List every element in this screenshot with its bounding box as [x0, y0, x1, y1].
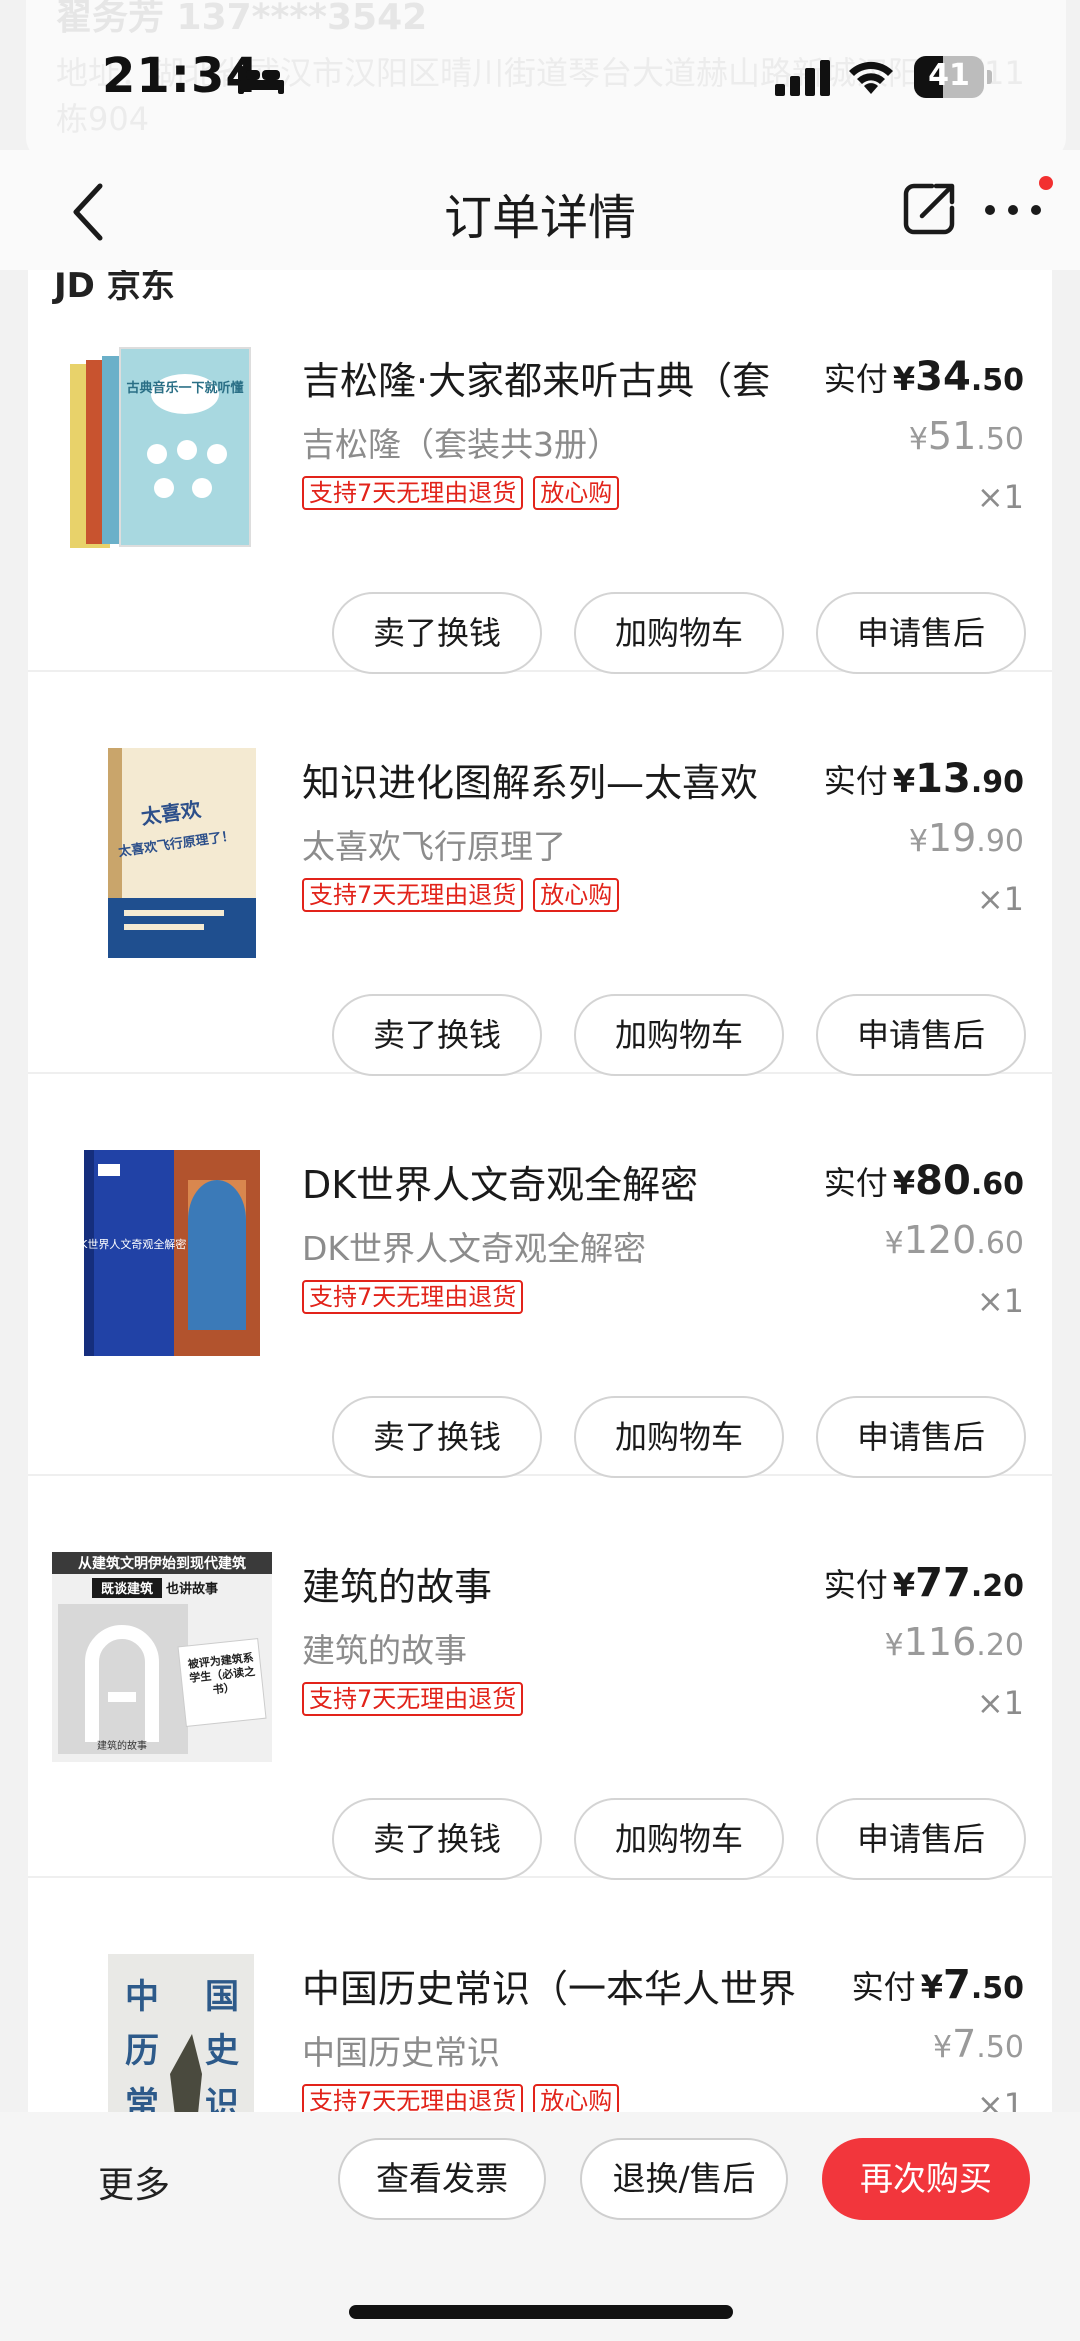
- product-cover-image[interactable]: DK世界人文奇观全解密: [52, 1150, 278, 1360]
- original-price: ¥120.60: [884, 1218, 1024, 1262]
- product-title[interactable]: 中国历史常识（一本华人世界: [302, 1958, 832, 2013]
- cover-quote: 被评为建筑系学生（必读之书）: [187, 1651, 256, 1697]
- order-items-card: JD 京东 古典音乐一下就听懂 吉松隆·大家都来听古典（套 吉松隆（套装共3册）…: [28, 270, 1052, 2120]
- paid-price: 实付 ¥13.90: [823, 756, 1024, 802]
- paid-price: 实付 ¥77.20: [823, 1560, 1024, 1606]
- cover-title: DK世界人文奇观全解密: [72, 1237, 187, 1251]
- product-title[interactable]: 吉松隆·大家都来听古典（套: [302, 350, 832, 405]
- return-after-sale-button[interactable]: 退换/售后: [580, 2138, 788, 2220]
- order-item[interactable]: 中 国 历 史 常 识 中国历史常识（一本华人世界 中国历史常识 支持7天无理由…: [28, 1878, 1052, 2120]
- product-spec: 太喜欢飞行原理了: [302, 827, 566, 866]
- tag-7day-return: 支持7天无理由退货: [302, 878, 524, 912]
- cover-book-title: 建筑的故事: [97, 1739, 147, 1752]
- order-item[interactable]: DK世界人文奇观全解密 DK世界人文奇观全解密 DK世界人文奇观全解密 支持7天…: [28, 1074, 1052, 1478]
- service-tags: 支持7天无理由退货: [302, 1682, 524, 1716]
- cover-banner-highlight: 既谈建筑: [101, 1581, 153, 1597]
- order-item[interactable]: 古典音乐一下就听懂 吉松隆·大家都来听古典（套 吉松隆（套装共3册） 支持7天无…: [28, 270, 1052, 674]
- service-tags: 支持7天无理由退货: [302, 1280, 524, 1314]
- product-spec: 中国历史常识: [302, 2033, 500, 2072]
- add-to-cart-button[interactable]: 加购物车: [574, 592, 784, 674]
- product-title[interactable]: 知识进化图解系列—太喜欢: [302, 752, 832, 807]
- after-sale-button[interactable]: 申请售后: [816, 1396, 1026, 1478]
- quantity: ×1: [976, 1282, 1024, 1320]
- after-sale-button[interactable]: 申请售后: [816, 994, 1026, 1076]
- original-price: ¥7.50: [933, 2022, 1024, 2066]
- service-tags: 支持7天无理由退货 放心购: [302, 476, 620, 510]
- cellular-signal-icon: [775, 60, 830, 96]
- order-item[interactable]: 太喜欢 太喜欢飞行原理了！ 知识进化图解系列—太喜欢 太喜欢飞行原理了 支持7天…: [28, 672, 1052, 1076]
- battery-percent: 41: [928, 58, 970, 93]
- cover-banner: 从建筑文明伊始到现代建筑: [78, 1555, 246, 1572]
- original-price: ¥19.90: [908, 816, 1024, 860]
- add-to-cart-button[interactable]: 加购物车: [574, 1798, 784, 1880]
- cover-char: 史: [205, 2031, 239, 2071]
- product-cover-image[interactable]: 太喜欢 太喜欢飞行原理了！: [52, 748, 278, 958]
- tag-assured: 放心购: [533, 476, 620, 510]
- battery-icon: 41: [914, 56, 992, 98]
- add-to-cart-button[interactable]: 加购物车: [574, 1396, 784, 1478]
- notification-dot: [1039, 176, 1053, 190]
- paid-price: 实付 ¥7.50: [851, 1962, 1024, 2008]
- product-cover-image[interactable]: 从建筑文明伊始到现代建筑 既谈建筑 也讲故事 建筑的故事 被评为建筑系学生（必读…: [52, 1552, 278, 1762]
- more-button[interactable]: 更多: [98, 2156, 170, 2208]
- sell-button[interactable]: 卖了换钱: [332, 1396, 542, 1478]
- quantity: ×1: [976, 1684, 1024, 1722]
- sell-button[interactable]: 卖了换钱: [332, 994, 542, 1076]
- tag-7day-return: 支持7天无理由退货: [302, 1280, 524, 1314]
- after-sale-button[interactable]: 申请售后: [816, 592, 1026, 674]
- original-price: ¥51.50: [908, 414, 1024, 458]
- tag-7day-return: 支持7天无理由退货: [302, 1682, 524, 1716]
- tag-7day-return: 支持7天无理由退货: [302, 476, 524, 510]
- product-spec: DK世界人文奇观全解密: [302, 1229, 647, 1268]
- cover-char: 历: [125, 2031, 159, 2071]
- quantity: ×1: [976, 478, 1024, 516]
- buy-again-button[interactable]: 再次购买: [822, 2138, 1030, 2220]
- view-invoice-button[interactable]: 查看发票: [338, 2138, 546, 2220]
- order-item[interactable]: 从建筑文明伊始到现代建筑 既谈建筑 也讲故事 建筑的故事 被评为建筑系学生（必读…: [28, 1476, 1052, 1880]
- product-title[interactable]: DK世界人文奇观全解密: [302, 1154, 832, 1209]
- cover-char: 中: [125, 1977, 159, 2017]
- status-bar: 21:34 41: [0, 0, 1080, 150]
- home-indicator: [349, 2305, 733, 2319]
- share-icon[interactable]: [902, 180, 956, 236]
- paid-price: 实付 ¥80.60: [823, 1158, 1024, 1204]
- more-dots-icon[interactable]: [982, 200, 1044, 220]
- product-spec: 建筑的故事: [302, 1631, 467, 1670]
- cover-char: 国: [205, 1977, 239, 2017]
- paid-price: 实付 ¥34.50: [823, 354, 1024, 400]
- wifi-icon: [849, 61, 893, 94]
- add-to-cart-button[interactable]: 加购物车: [574, 994, 784, 1076]
- sleep-mode-icon: [238, 66, 284, 94]
- sell-button[interactable]: 卖了换钱: [332, 592, 542, 674]
- cover-title: 古典音乐一下就听懂: [126, 380, 243, 396]
- product-title[interactable]: 建筑的故事: [302, 1556, 832, 1611]
- nav-bar: 订单详情: [0, 150, 1080, 270]
- cover-banner-tail: 也讲故事: [166, 1581, 218, 1597]
- product-cover-image[interactable]: 古典音乐一下就听懂: [52, 346, 278, 556]
- original-price: ¥116.20: [884, 1620, 1024, 1664]
- product-cover-image[interactable]: 中 国 历 史 常 识: [52, 1954, 278, 2120]
- service-tags: 支持7天无理由退货 放心购: [302, 878, 620, 912]
- product-spec: 吉松隆（套装共3册）: [302, 425, 620, 464]
- tag-assured: 放心购: [533, 878, 620, 912]
- sell-button[interactable]: 卖了换钱: [332, 1798, 542, 1880]
- quantity: ×1: [976, 880, 1024, 918]
- after-sale-button[interactable]: 申请售后: [816, 1798, 1026, 1880]
